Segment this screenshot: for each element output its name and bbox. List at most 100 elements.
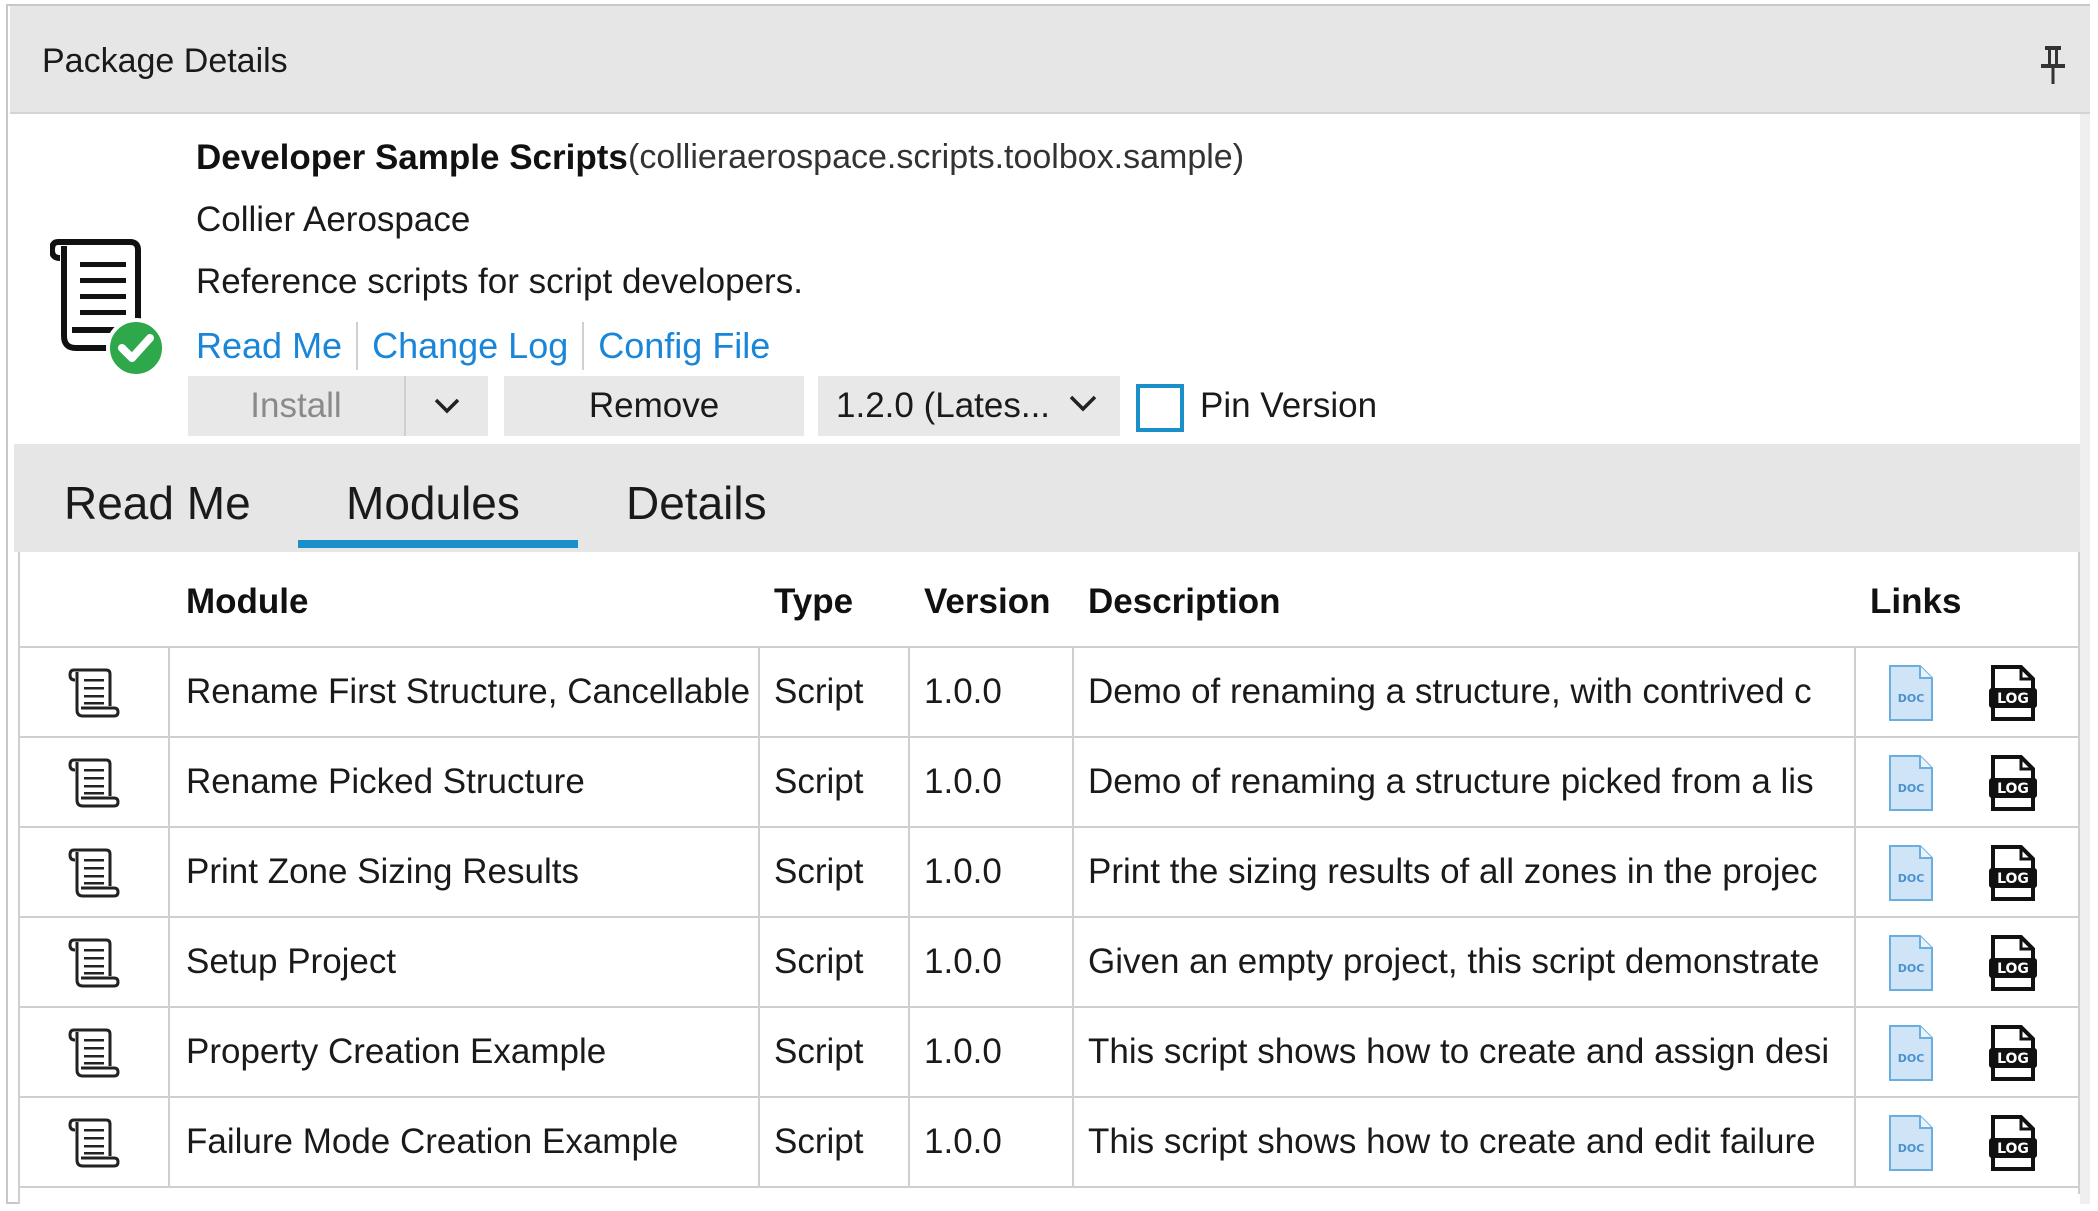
version-cell: 1.0.0 <box>924 672 1002 711</box>
panel-titlebar: Package Details <box>10 6 2090 114</box>
chevron-down-icon <box>434 398 460 414</box>
panel-title: Package Details <box>42 42 288 80</box>
table-bottom <box>20 1194 2080 1204</box>
svg-text:DOC: DOC <box>1898 1052 1925 1065</box>
tab-modules[interactable]: Modules <box>346 476 520 530</box>
svg-text:DOC: DOC <box>1898 962 1925 975</box>
install-button[interactable]: Install <box>188 376 406 436</box>
version-cell: 1.0.0 <box>924 1032 1002 1071</box>
column-divider <box>1072 648 1074 736</box>
log-file-icon[interactable]: LOG <box>1988 1024 2038 1082</box>
doc-file-icon[interactable]: DOC <box>1888 1114 1934 1172</box>
column-divider <box>908 738 910 826</box>
pin-version-checkbox[interactable] <box>1136 384 1184 432</box>
read-me-link[interactable]: Read Me <box>196 325 342 367</box>
module-name-cell: Rename First Structure, Cancellable <box>186 672 751 711</box>
column-divider <box>758 918 760 1006</box>
version-cell: 1.0.0 <box>924 942 1002 981</box>
version-cell: 1.0.0 <box>924 762 1002 801</box>
column-divider <box>908 648 910 736</box>
description-cell: Demo of renaming a structure, with contr… <box>1088 672 1812 711</box>
panel-scrollbar-track[interactable] <box>2080 114 2090 1204</box>
column-divider <box>1854 648 1856 736</box>
column-header-links: Links <box>1870 582 1962 621</box>
column-divider <box>1854 738 1856 826</box>
doc-file-icon[interactable]: DOC <box>1888 754 1934 812</box>
svg-text:LOG: LOG <box>1997 1141 2029 1157</box>
install-dropdown-button[interactable] <box>406 376 488 436</box>
package-description: Reference scripts for script developers. <box>196 262 803 301</box>
column-header-version[interactable]: Version <box>924 582 1050 622</box>
package-id: (collieraerospace.scripts.toolbox.sample… <box>628 138 1245 176</box>
doc-file-icon[interactable]: DOC <box>1888 844 1934 902</box>
column-divider <box>1072 918 1074 1006</box>
column-divider <box>168 648 170 736</box>
column-header-type[interactable]: Type <box>774 582 853 622</box>
type-cell: Script <box>774 1032 864 1071</box>
table-row[interactable]: Setup Project Script 1.0.0 Given an empt… <box>20 918 2080 1008</box>
svg-text:DOC: DOC <box>1898 692 1925 705</box>
remove-button[interactable]: Remove <box>504 376 804 436</box>
doc-file-icon[interactable]: DOC <box>1888 1024 1934 1082</box>
table-row[interactable]: Property Creation Example Script 1.0.0 T… <box>20 1008 2080 1098</box>
module-name-cell: Print Zone Sizing Results <box>186 852 579 891</box>
column-divider <box>168 1008 170 1096</box>
column-divider <box>908 1008 910 1096</box>
script-scroll-icon <box>68 668 120 718</box>
column-divider <box>1072 1008 1074 1096</box>
svg-text:DOC: DOC <box>1898 782 1925 795</box>
svg-text:LOG: LOG <box>1997 691 2029 707</box>
module-name-cell: Property Creation Example <box>186 1032 607 1071</box>
description-cell: Print the sizing results of all zones in… <box>1088 852 1818 891</box>
log-file-icon[interactable]: LOG <box>1988 754 2038 812</box>
column-divider <box>908 828 910 916</box>
column-divider <box>758 738 760 826</box>
type-cell: Script <box>774 672 864 711</box>
type-cell: Script <box>774 942 864 981</box>
script-scroll-icon <box>68 758 120 808</box>
doc-file-icon[interactable]: DOC <box>1888 934 1934 992</box>
log-file-icon[interactable]: LOG <box>1988 1114 2038 1172</box>
table-row[interactable]: Print Zone Sizing Results Script 1.0.0 P… <box>20 828 2080 918</box>
log-file-icon[interactable]: LOG <box>1988 664 2038 722</box>
svg-text:DOC: DOC <box>1898 1142 1925 1155</box>
pushpin-icon[interactable] <box>2036 44 2070 88</box>
config-file-link[interactable]: Config File <box>598 325 770 367</box>
script-scroll-icon <box>68 938 120 988</box>
description-cell: Given an empty project, this script demo… <box>1088 942 1820 981</box>
table-row[interactable]: Rename Picked Structure Script 1.0.0 Dem… <box>20 738 2080 828</box>
log-file-icon[interactable]: LOG <box>1988 934 2038 992</box>
log-file-icon[interactable]: LOG <box>1988 844 2038 902</box>
column-divider <box>1072 828 1074 916</box>
column-divider <box>168 738 170 826</box>
column-divider <box>1072 1098 1074 1186</box>
table-row[interactable]: Rename First Structure, Cancellable Scri… <box>20 648 2080 738</box>
svg-text:LOG: LOG <box>1997 1051 2029 1067</box>
doc-file-icon[interactable]: DOC <box>1888 664 1934 722</box>
tab-details[interactable]: Details <box>626 476 767 530</box>
script-scroll-icon <box>50 239 166 378</box>
script-scroll-icon <box>68 848 120 898</box>
type-cell: Script <box>774 1122 864 1161</box>
column-divider <box>168 828 170 916</box>
column-header-module[interactable]: Module <box>186 582 308 622</box>
version-select-value: 1.2.0 (Lates... <box>836 386 1051 425</box>
svg-text:LOG: LOG <box>1997 781 2029 797</box>
column-header-description[interactable]: Description <box>1088 582 1281 622</box>
module-name-cell: Setup Project <box>186 942 397 981</box>
column-divider <box>1854 918 1856 1006</box>
change-log-link[interactable]: Change Log <box>372 325 568 367</box>
package-details-panel: Package Details Developer Sample Scripts… <box>0 0 2098 1211</box>
column-divider <box>758 648 760 736</box>
version-select[interactable]: 1.2.0 (Lates... <box>818 376 1120 436</box>
tab-read-me[interactable]: Read Me <box>64 476 251 530</box>
column-divider <box>908 918 910 1006</box>
description-cell: This script shows how to create and assi… <box>1088 1032 1830 1071</box>
column-divider <box>1072 738 1074 826</box>
table-row[interactable]: Failure Mode Creation Example Script 1.0… <box>20 1098 2080 1188</box>
column-divider <box>758 1098 760 1186</box>
module-name-cell: Failure Mode Creation Example <box>186 1122 679 1161</box>
package-name: Developer Sample Scripts <box>196 138 628 177</box>
svg-text:LOG: LOG <box>1997 961 2029 977</box>
pin-version-label: Pin Version <box>1200 386 1378 425</box>
